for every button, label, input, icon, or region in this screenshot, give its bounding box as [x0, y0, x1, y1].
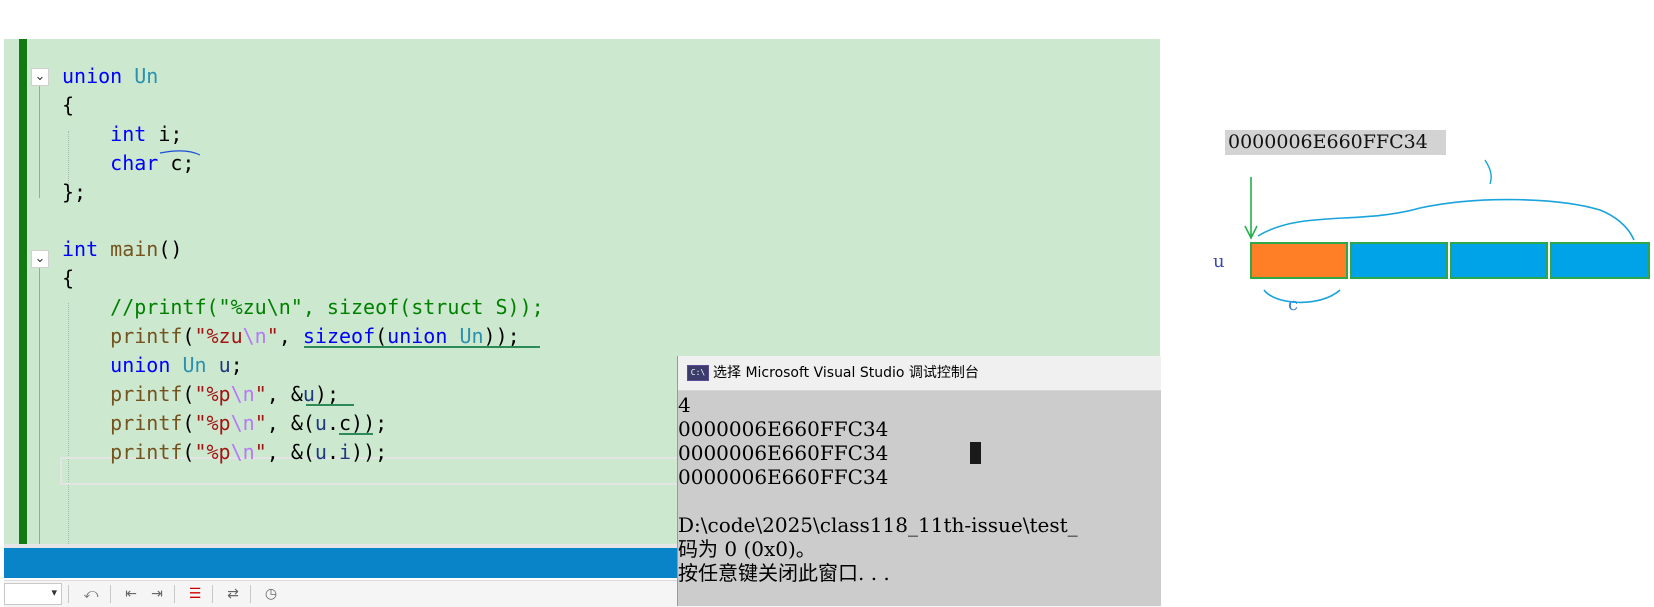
dropdown-icon: ▾: [51, 586, 57, 599]
outdent-icon[interactable]: ⇤: [120, 584, 142, 604]
code-line-12[interactable]: printf("%p\n", &u);: [62, 379, 339, 409]
code-line-2[interactable]: {: [62, 90, 74, 120]
console-cursor: [970, 442, 981, 464]
console-line: 按任意键关闭此窗口. . .: [678, 561, 890, 585]
console-line: D:\code\2025\class118_11th-issue\test_: [678, 513, 1078, 537]
fold-guide-main: [39, 268, 40, 544]
u-label: u: [1213, 251, 1225, 272]
chevron-down-icon: ⌄: [34, 251, 46, 266]
memory-byte: [1550, 242, 1650, 279]
history-icon[interactable]: ◷: [260, 584, 282, 604]
console-app-icon: C:\: [687, 365, 709, 381]
hint-squiggle: [306, 404, 354, 406]
console-line: 0000006E660FFC34: [678, 441, 889, 465]
memory-byte: [1450, 242, 1548, 279]
code-line-3[interactable]: int i;: [62, 119, 182, 149]
code-line-7[interactable]: int main(): [62, 234, 182, 264]
console-title: 选择 Microsoft Visual Studio 调试控制台: [713, 365, 979, 381]
fold-guide-union: [39, 86, 40, 198]
brace-char-span: [1263, 289, 1341, 304]
code-line-1[interactable]: union Un: [62, 61, 158, 91]
brace-int-span: [1257, 198, 1635, 241]
chevron-down-icon: ⌄: [34, 69, 46, 84]
console-line: 0000006E660FFC34: [678, 465, 889, 489]
code-line-9[interactable]: //printf("%zu\n", sizeof(struct S));: [62, 292, 543, 322]
hint-squiggle: [339, 433, 373, 435]
address-label: 0000006E660FFC34: [1225, 130, 1446, 155]
toolbar-separator: [68, 585, 69, 603]
console-line: 码为 0 (0x0)。: [678, 537, 816, 561]
toolbar-separator: [212, 585, 213, 603]
replace-icon[interactable]: ⇄: [222, 584, 244, 604]
code-line-14[interactable]: printf("%p\n", &(u.i));: [62, 437, 387, 467]
console-line: 4: [678, 393, 691, 417]
c-label: c: [1288, 294, 1299, 315]
fold-toggle-union[interactable]: ⌄: [31, 68, 49, 86]
undo-icon[interactable]: ⤺: [80, 584, 102, 604]
code-line-8[interactable]: {: [62, 263, 74, 293]
toolbar-separator: [250, 585, 251, 603]
hint-squiggle: [304, 346, 540, 348]
zoom-dropdown[interactable]: ▾: [4, 583, 62, 605]
change-margin-bar: [19, 39, 27, 544]
arrow-to-u: [1244, 177, 1258, 240]
clear-bookmarks-icon[interactable]: ☰: [184, 584, 206, 604]
code-line-5[interactable]: };: [62, 177, 86, 207]
indent-icon[interactable]: ⇥: [146, 584, 168, 604]
toolbar-separator: [110, 585, 111, 603]
fold-toggle-main[interactable]: ⌄: [31, 250, 49, 268]
toolbar-separator: [174, 585, 175, 603]
memory-byte: [1350, 242, 1448, 279]
memory-byte-c: [1250, 242, 1348, 279]
console-title-bar[interactable]: C:\ 选择 Microsoft Visual Studio 调试控制台: [678, 356, 1161, 391]
console-line: 0000006E660FFC34: [678, 417, 889, 441]
brace-tick: [1484, 159, 1492, 185]
debug-console-window[interactable]: C:\ 选择 Microsoft Visual Studio 调试控制台 4 0…: [677, 356, 1161, 606]
code-line-4[interactable]: char c;: [62, 148, 194, 178]
code-line-11[interactable]: union Un u;: [62, 350, 243, 380]
